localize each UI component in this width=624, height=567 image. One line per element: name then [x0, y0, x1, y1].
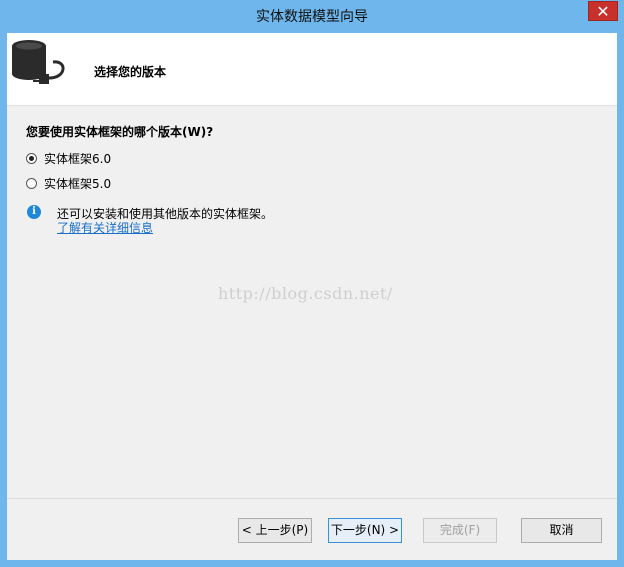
radio-label[interactable]: 实体框架5.0: [44, 175, 111, 192]
dialog-client: 选择您的版本 您要使用实体框架的哪个版本(W)? 实体框架6.0 实体框架5.0…: [7, 33, 617, 560]
learn-more-link[interactable]: 了解有关详细信息: [57, 219, 153, 236]
wizard-window: 实体数据模型向导 ✕ 选择您的版本 您要使用实体框架的哪个版本(W)? 实体框架…: [0, 0, 624, 567]
close-button[interactable]: ✕: [588, 1, 618, 21]
radio-ef5[interactable]: 实体框架5.0: [26, 175, 111, 192]
version-question: 您要使用实体框架的哪个版本(W)?: [26, 125, 214, 139]
radio-button-checked[interactable]: [26, 153, 37, 164]
radio-button[interactable]: [26, 178, 37, 189]
window-title: 实体数据模型向导: [256, 9, 368, 25]
footer-separator: [7, 498, 617, 499]
wizard-header: 选择您的版本: [7, 33, 617, 106]
back-button[interactable]: < 上一步(P): [238, 518, 312, 543]
cancel-button[interactable]: 取消: [521, 518, 602, 543]
title-bar[interactable]: 实体数据模型向导 ✕: [0, 0, 624, 33]
radio-ef6[interactable]: 实体框架6.0: [26, 150, 111, 167]
watermark: http://blog.csdn.net/: [218, 284, 393, 303]
radio-label[interactable]: 实体框架6.0: [44, 150, 111, 167]
info-icon: i: [27, 205, 41, 219]
finish-button[interactable]: 完成(F): [423, 518, 497, 543]
next-button[interactable]: 下一步(N) >: [328, 518, 402, 543]
database-plug-icon: [12, 40, 65, 84]
page-title: 选择您的版本: [94, 65, 167, 79]
close-icon: ✕: [596, 2, 610, 21]
